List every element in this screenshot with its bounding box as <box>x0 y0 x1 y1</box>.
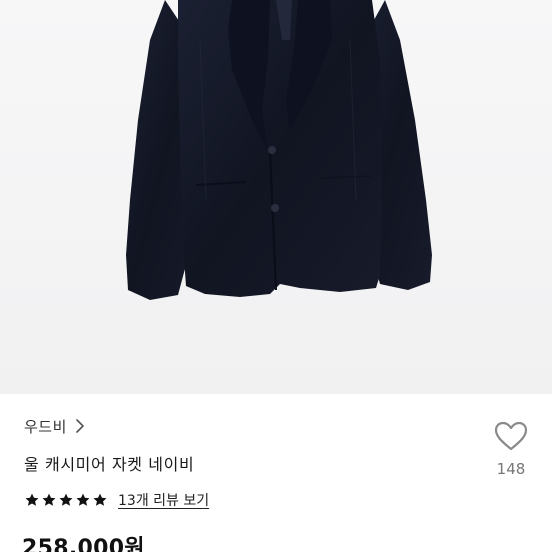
jacket-photo <box>0 0 552 394</box>
heart-icon <box>494 421 528 451</box>
rating-summary: 13개 리뷰 보기 <box>24 489 209 511</box>
product-image[interactable] <box>0 0 552 394</box>
brand-link[interactable]: 우드비 <box>24 414 85 438</box>
product-title: 울 캐시미어 자켓 네이비 <box>24 455 195 474</box>
star-rating <box>24 492 108 508</box>
star-icon <box>42 493 56 506</box>
star-icon <box>59 493 73 506</box>
review-link[interactable]: 13개 리뷰 보기 <box>118 490 209 510</box>
product-info: 우드비 울 캐시미어 자켓 네이비 13개 리뷰 보기 258,000원 148 <box>0 394 552 552</box>
chevron-right-icon <box>76 419 84 433</box>
like-button[interactable]: 148 <box>490 420 532 478</box>
star-icon <box>25 493 39 506</box>
brand-name: 우드비 <box>24 417 67 436</box>
product-price: 258,000원 <box>22 536 145 552</box>
like-count: 148 <box>496 460 526 478</box>
star-icon <box>76 493 90 506</box>
star-icon <box>93 493 107 506</box>
